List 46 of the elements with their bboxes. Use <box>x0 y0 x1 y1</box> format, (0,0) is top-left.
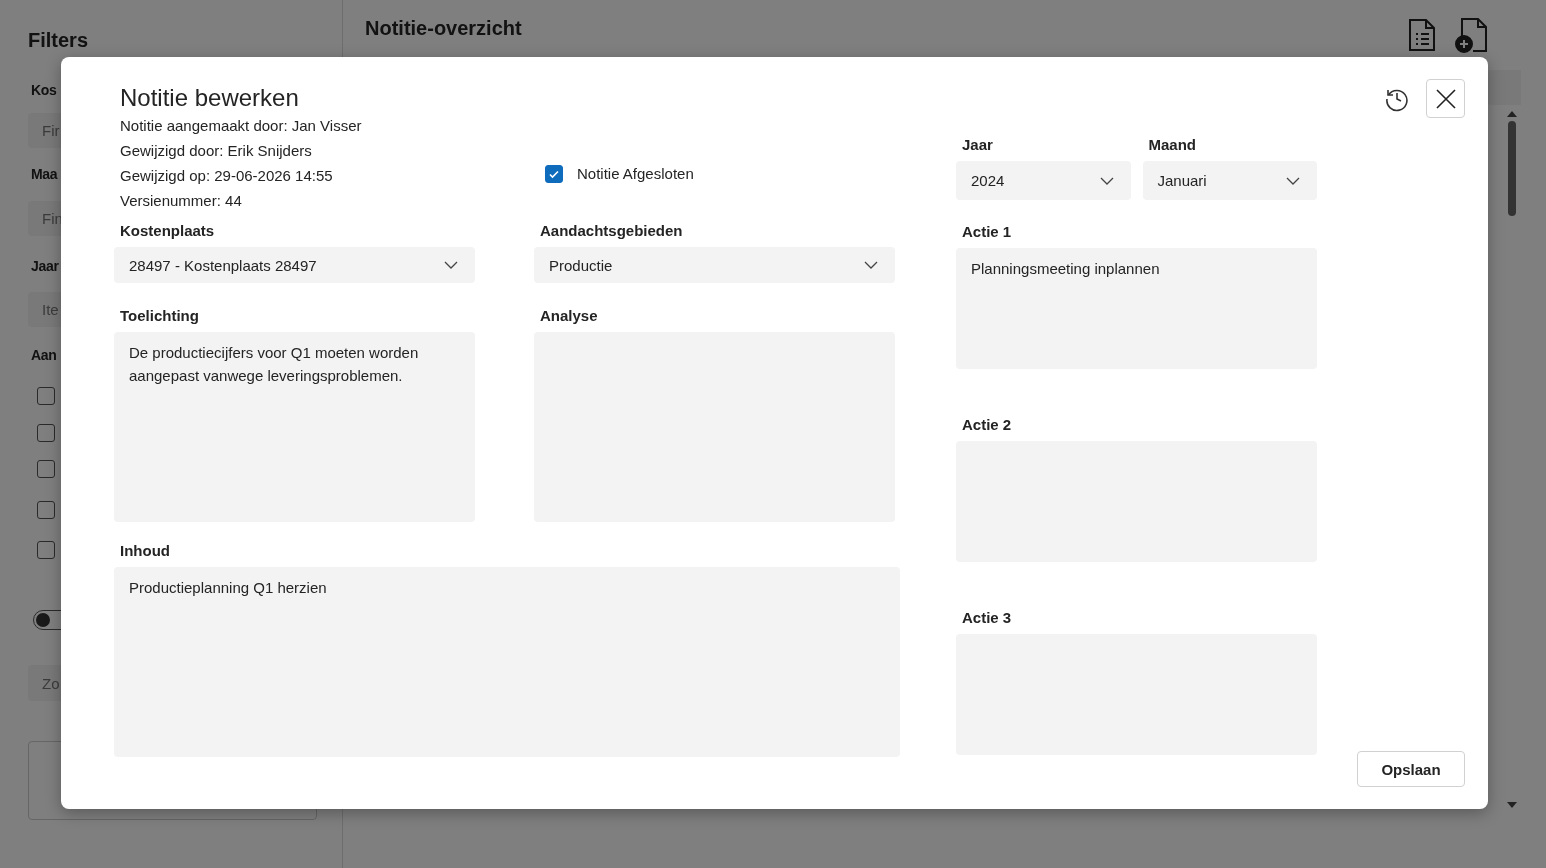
checkbox-label: Notitie Afgesloten <box>577 165 694 183</box>
field-label: Inhoud <box>119 541 171 561</box>
field-label: Toelichting <box>119 306 200 326</box>
field-label: Jaar <box>961 135 994 155</box>
filter-label: Jaar <box>30 257 59 276</box>
close-icon <box>1434 87 1457 110</box>
meta-text: Versienummer: 44 <box>120 191 243 211</box>
field-label: Actie 3 <box>961 608 1013 628</box>
field-label: Actie 1 <box>961 222 1013 242</box>
add-document-icon[interactable] <box>1453 16 1489 54</box>
field-label: Aandachtsgebieden <box>539 221 684 241</box>
chevron-icon <box>1099 176 1114 185</box>
filter-label: Aan <box>30 346 57 365</box>
text-area[interactable]: De productiecijfers voor Q1 moeten worden aangepast vanwege leveringsproblemen. <box>114 332 475 522</box>
checkbox[interactable] <box>37 387 55 405</box>
checkbox[interactable] <box>545 165 563 183</box>
save-button[interactable]: Opslaan <box>1357 751 1465 787</box>
dropdown[interactable]: 2024 <box>956 161 1131 200</box>
dropdown[interactable]: Januari <box>1142 161 1317 200</box>
filter-label: Kos <box>30 81 57 100</box>
filter-label: Maa <box>30 165 58 184</box>
close-button[interactable] <box>1426 79 1465 118</box>
checkmark-icon <box>548 168 560 180</box>
dropdown[interactable]: 28497 - Kostenplaats 28497 <box>114 247 475 283</box>
meta-text: Gewijzigd op: 29-06-2026 14:55 <box>120 166 334 186</box>
checkbox[interactable] <box>37 501 55 519</box>
dropdown[interactable]: Productie <box>534 247 895 283</box>
chevron-icon <box>1286 176 1300 185</box>
text-area[interactable]: Planningsmeeting inplannen <box>956 248 1317 369</box>
page-title: Notitie-overzicht <box>365 16 522 40</box>
checkbox[interactable] <box>37 424 55 442</box>
checkbox[interactable] <box>37 460 55 478</box>
document-list-icon[interactable] <box>1407 17 1437 53</box>
dialog-title: Notitie bewerken <box>120 83 300 113</box>
checkbox[interactable] <box>37 541 55 559</box>
meta-text: Notitie aangemaakt door: Jan Visser <box>120 116 363 136</box>
text-area[interactable]: Productieplanning Q1 herzien <box>114 567 900 757</box>
chevron-icon <box>864 261 878 269</box>
sidebar-title: Filters <box>28 28 89 52</box>
field-label: Analyse <box>539 306 599 326</box>
meta-text: Gewijzigd door: Erik Snijders <box>120 141 313 161</box>
chevron-icon <box>444 261 458 269</box>
search-field[interactable] <box>1487 70 1521 105</box>
field-label: Actie 2 <box>961 415 1013 435</box>
field-label: Maand <box>1147 135 1197 155</box>
field-label: Kostenplaats <box>119 221 216 241</box>
